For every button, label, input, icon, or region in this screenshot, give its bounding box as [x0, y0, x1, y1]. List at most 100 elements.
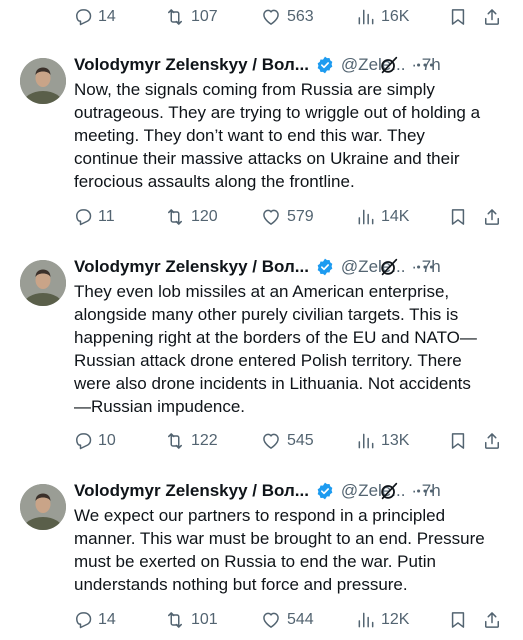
heart-icon — [263, 9, 279, 25]
bookmark-icon — [451, 612, 465, 628]
reply-count: 11 — [98, 208, 115, 225]
grok-icon — [381, 482, 398, 500]
like-button[interactable]: 563 — [260, 0, 314, 34]
share-button[interactable] — [482, 424, 502, 458]
more-icon — [417, 265, 433, 269]
share-button[interactable] — [482, 0, 502, 34]
tweet-text-line: They even lob missiles at an American en… — [74, 282, 450, 301]
reply-count: 10 — [98, 432, 116, 449]
display-name[interactable]: Volodymyr Zelenskyy / Вол... — [74, 481, 309, 501]
heart-icon — [263, 433, 279, 449]
heart-icon — [263, 209, 279, 225]
like-count: 579 — [287, 208, 314, 225]
repost-button[interactable]: 122 — [164, 424, 218, 458]
tweet-text-line: Russian attack drone entered Polish terr… — [74, 351, 462, 370]
reply-button[interactable]: 10 — [73, 424, 116, 458]
grok-button[interactable] — [378, 256, 400, 283]
avatar[interactable] — [20, 58, 66, 104]
views-icon — [358, 433, 374, 449]
tweet-text-line: were also drone incidents in Lithuania. … — [74, 374, 471, 393]
tweet[interactable]: Volodymyr Zelenskyy / Вол... @Zele... · … — [0, 254, 523, 424]
tweet-text: They even lob missiles at an American en… — [74, 280, 514, 418]
tweet-text: We expect our partners to respond in a p… — [74, 504, 514, 596]
more-icon — [417, 63, 433, 67]
tweet-header: Volodymyr Zelenskyy / Вол... @Zele... · … — [74, 478, 513, 504]
reply-button[interactable]: 14 — [73, 603, 116, 637]
views-button[interactable]: 13K — [356, 424, 409, 458]
bookmark-icon — [451, 9, 465, 25]
reply-icon — [76, 209, 92, 226]
views-icon — [358, 9, 374, 25]
bookmark-button[interactable] — [448, 200, 468, 234]
tweet-text-line: continue their massive attacks on Ukrain… — [74, 149, 460, 168]
tweet-text-line: We expect our partners to respond in a p… — [74, 506, 446, 525]
tweet-text-line: ferocious assaults along the frontline. — [74, 172, 355, 191]
action-bar: 10 122 545 13K — [0, 424, 523, 458]
share-icon — [485, 433, 499, 449]
views-icon — [358, 612, 374, 628]
tweet-header: Volodymyr Zelenskyy / Вол... @Zele... · … — [74, 52, 513, 78]
heart-icon — [263, 612, 279, 628]
tweet[interactable]: Volodymyr Zelenskyy / Вол... @Zele... · … — [0, 52, 523, 202]
verified-badge-icon — [315, 257, 335, 277]
reply-icon — [76, 612, 92, 629]
tweet-text-line: Now, the signals coming from Russia are … — [74, 80, 435, 99]
share-icon — [485, 9, 499, 25]
action-bar-top: 14 107 563 16K — [0, 0, 523, 34]
reply-count: 14 — [98, 8, 116, 25]
avatar[interactable] — [20, 260, 66, 306]
reply-button[interactable]: 14 — [73, 0, 116, 34]
reply-button[interactable]: 11 — [73, 200, 115, 234]
tweet-text-line: outrageous. They are trying to wriggle o… — [74, 103, 481, 122]
more-icon — [417, 489, 433, 493]
grok-icon — [381, 258, 398, 276]
repost-button[interactable]: 107 — [164, 0, 218, 34]
repost-count: 107 — [191, 8, 218, 25]
display-name[interactable]: Volodymyr Zelenskyy / Вол... — [74, 55, 309, 75]
more-button[interactable] — [414, 54, 436, 81]
like-count: 544 — [287, 611, 314, 628]
display-name[interactable]: Volodymyr Zelenskyy / Вол... — [74, 257, 309, 277]
grok-button[interactable] — [378, 54, 400, 81]
action-bar: 14 101 544 12K — [0, 603, 523, 637]
tweet-text-line: —Russian impudence. — [74, 397, 246, 416]
avatar[interactable] — [20, 484, 66, 530]
like-count: 545 — [287, 432, 314, 449]
share-button[interactable] — [482, 603, 502, 637]
views-count: 16K — [381, 8, 410, 25]
repost-icon — [168, 433, 182, 449]
bookmark-button[interactable] — [448, 424, 468, 458]
grok-button[interactable] — [378, 480, 400, 507]
views-button[interactable]: 14K — [356, 200, 409, 234]
repost-button[interactable]: 120 — [164, 200, 218, 234]
more-button[interactable] — [414, 480, 436, 507]
bookmark-button[interactable] — [448, 603, 468, 637]
tweet-header: Volodymyr Zelenskyy / Вол... @Zele... · … — [74, 254, 513, 280]
like-button[interactable]: 545 — [260, 424, 314, 458]
tweet-text-line: meeting. They don’t want to end this war… — [74, 126, 425, 145]
reply-icon — [76, 9, 92, 26]
bookmark-icon — [451, 433, 465, 449]
repost-count: 101 — [191, 611, 218, 628]
share-icon — [485, 612, 499, 628]
views-count: 14K — [381, 208, 410, 225]
verified-badge-icon — [315, 481, 335, 501]
views-button[interactable]: 12K — [356, 603, 409, 637]
share-button[interactable] — [482, 200, 502, 234]
tweet-text-line: alongside many other purely civilian tar… — [74, 305, 459, 324]
tweet[interactable]: Volodymyr Zelenskyy / Вол... @Zele... · … — [0, 478, 523, 606]
tweet-text-line: manner. This war must be brought to an e… — [74, 529, 485, 548]
action-bar: 11 120 579 14K — [0, 200, 523, 234]
repost-button[interactable]: 101 — [164, 603, 218, 637]
like-button[interactable]: 579 — [260, 200, 314, 234]
verified-badge-icon — [315, 55, 335, 75]
bookmark-icon — [451, 209, 465, 225]
like-button[interactable]: 544 — [260, 603, 314, 637]
tweet-text-line: must be exerted on Russia to end the war… — [74, 552, 436, 571]
like-count: 563 — [287, 8, 314, 25]
views-icon — [358, 209, 374, 225]
bookmark-button[interactable] — [448, 0, 468, 34]
more-button[interactable] — [414, 256, 436, 283]
grok-icon — [381, 56, 398, 74]
views-button[interactable]: 16K — [356, 0, 409, 34]
